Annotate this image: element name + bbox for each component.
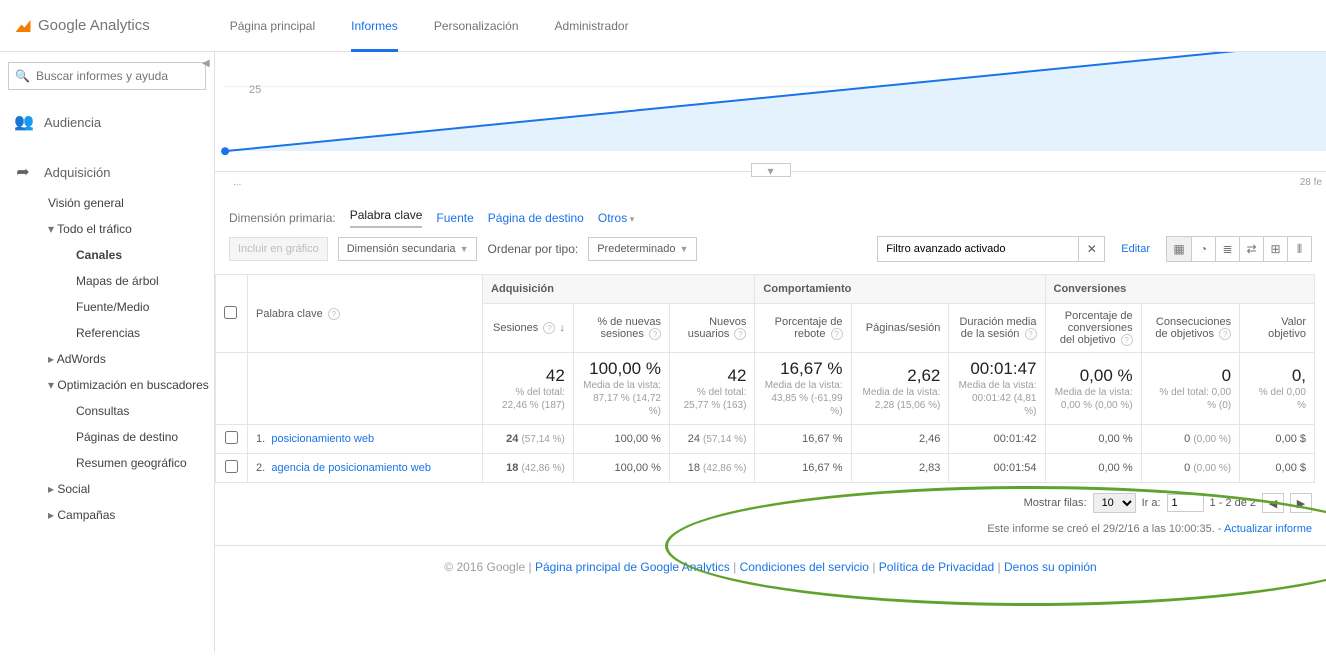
footer-privacy-link[interactable]: Política de Privacidad xyxy=(879,560,994,574)
main: 25 ▾ ... 28 fe Dimensión primaria: Palab… xyxy=(215,52,1326,652)
table-row: 1. posicionamiento web 24 (57,14 %) 100,… xyxy=(216,425,1315,454)
topnav-home[interactable]: Página principal xyxy=(230,0,315,51)
sidebar-seo[interactable]: Optimización en buscadores xyxy=(0,372,214,398)
primary-dim-label: Dimensión primaria: xyxy=(229,211,336,225)
sidebar-source-medium[interactable]: Fuente/Medio xyxy=(0,294,214,320)
audience-icon: 👥 xyxy=(14,112,32,132)
sidebar-treemaps[interactable]: Mapas de árbol xyxy=(0,268,214,294)
col-value[interactable]: Valor objetivo xyxy=(1268,316,1306,340)
footer-terms-link[interactable]: Condiciones del servicio xyxy=(740,560,869,574)
sidebar-adwords[interactable]: AdWords xyxy=(0,346,214,372)
goto-input[interactable] xyxy=(1167,494,1204,512)
totals-row: 42% del total: 22,46 % (187) 100,00 %Med… xyxy=(216,353,1315,425)
group-conversions: Conversiones xyxy=(1045,275,1315,304)
logo[interactable]: Google Analytics xyxy=(14,17,150,35)
view-table-icon[interactable]: ▦ xyxy=(1167,237,1191,261)
acquisition-icon: ➦ xyxy=(14,162,32,182)
sidebar-audience[interactable]: 👥 Audiencia xyxy=(0,104,214,140)
analytics-logo-icon xyxy=(14,17,32,35)
sidebar-geo-summary[interactable]: Resumen geográfico xyxy=(0,450,214,476)
sidebar-all-traffic[interactable]: Todo el tráfico xyxy=(0,216,214,242)
keyword-link[interactable]: agencia de posicionamiento web xyxy=(271,462,431,474)
search-input[interactable] xyxy=(36,69,199,83)
sidebar-queries[interactable]: Consultas xyxy=(0,398,214,424)
col-keyword[interactable]: Palabra clave xyxy=(256,308,323,320)
group-behavior: Comportamiento xyxy=(755,275,1045,304)
report-table: Palabra clave ? Adquisición Comportamien… xyxy=(215,274,1315,483)
sidebar-referrals[interactable]: Referencias xyxy=(0,320,214,346)
sort-type-dropdown[interactable]: Predeterminado▼ xyxy=(588,237,697,261)
row-checkbox[interactable] xyxy=(225,431,238,444)
chart-y-tick: 25 xyxy=(249,84,261,96)
filters-row: Incluir en gráfico Dimensión secundaria▼… xyxy=(215,236,1326,274)
primary-dimension-row: Dimensión primaria: Palabra clave Fuente… xyxy=(215,190,1326,236)
select-all-checkbox[interactable] xyxy=(224,306,237,319)
rows-per-page-select[interactable]: 10 xyxy=(1093,493,1136,513)
topnav-reports[interactable]: Informes xyxy=(351,0,398,51)
primary-dim-others[interactable]: Otros xyxy=(598,211,634,225)
sidebar: ◀ 🔍 👥 Audiencia ➦ Adquisición Visión gen… xyxy=(0,52,215,652)
help-icon[interactable]: ? xyxy=(328,308,340,320)
view-pie-icon[interactable]: ◔ xyxy=(1191,237,1215,261)
table-row: 2. agencia de posicionamiento web 18 (42… xyxy=(216,454,1315,483)
report-timestamp: Este informe se creó el 29/2/16 a las 10… xyxy=(215,523,1326,545)
sidebar-acquisition-label: Adquisición xyxy=(44,165,111,180)
edit-filter-link[interactable]: Editar xyxy=(1121,243,1150,255)
search-icon: 🔍 xyxy=(15,69,30,83)
next-page-button[interactable]: ▶ xyxy=(1290,493,1312,513)
sidebar-acquisition[interactable]: ➦ Adquisición xyxy=(0,154,214,190)
group-acquisition: Adquisición xyxy=(483,275,755,304)
view-switcher: ▦ ◔ ≣ ⇄ ⊞ ⦀ xyxy=(1166,236,1312,262)
chevron-down-icon: ▼ xyxy=(679,244,688,254)
footer-feedback-link[interactable]: Denos su opinión xyxy=(1004,560,1097,574)
keyword-link[interactable]: posicionamiento web xyxy=(271,433,374,445)
view-bar-icon[interactable]: ≣ xyxy=(1215,237,1239,261)
primary-dim-landing[interactable]: Página de destino xyxy=(488,211,584,225)
sort-type-label: Ordenar por tipo: xyxy=(487,242,578,256)
refresh-report-link[interactable]: Actualizar informe xyxy=(1224,523,1312,535)
advanced-filter-input[interactable] xyxy=(878,243,1078,255)
layout: ◀ 🔍 👥 Audiencia ➦ Adquisición Visión gen… xyxy=(0,52,1326,652)
footer-home-link[interactable]: Página principal de Google Analytics xyxy=(535,560,730,574)
primary-dim-keyword[interactable]: Palabra clave xyxy=(350,208,423,228)
sidebar-landing-pages[interactable]: Páginas de destino xyxy=(0,424,214,450)
sidebar-social[interactable]: Social xyxy=(0,476,214,502)
topnav-custom[interactable]: Personalización xyxy=(434,0,519,51)
report-table-wrap: Palabra clave ? Adquisición Comportamien… xyxy=(215,274,1326,483)
page-range: 1 - 2 de 2 xyxy=(1210,497,1256,509)
rows-per-page-label: Mostrar filas: xyxy=(1024,497,1087,509)
chart-x-start: ... xyxy=(233,177,241,188)
sort-arrow-icon[interactable]: ↓ xyxy=(559,322,565,334)
secondary-dimension-dropdown[interactable]: Dimensión secundaria▼ xyxy=(338,237,478,261)
pagination: Mostrar filas: 10 Ir a: 1 - 2 de 2 ◀ ▶ xyxy=(215,483,1326,523)
view-pivot-icon[interactable]: ⊞ xyxy=(1263,237,1287,261)
topbar: Google Analytics Página principal Inform… xyxy=(0,0,1326,52)
col-sessions[interactable]: Sesiones xyxy=(493,322,538,334)
col-pages[interactable]: Páginas/sesión xyxy=(866,322,941,334)
line-chart xyxy=(215,52,1326,171)
search-box[interactable]: 🔍 xyxy=(8,62,206,90)
sidebar-campaigns[interactable]: Campañas xyxy=(0,502,214,528)
primary-dim-fuente[interactable]: Fuente xyxy=(436,211,473,225)
view-cloud-icon[interactable]: ⦀ xyxy=(1287,237,1311,261)
sidebar-channels[interactable]: Canales xyxy=(0,242,214,268)
sidebar-overview[interactable]: Visión general xyxy=(0,190,214,216)
chevron-down-icon: ▼ xyxy=(460,244,469,254)
footer: © 2016 Google | Página principal de Goog… xyxy=(215,545,1326,588)
include-chart-button: Incluir en gráfico xyxy=(229,237,328,261)
clear-filter-icon[interactable]: ✕ xyxy=(1078,237,1104,261)
view-compare-icon[interactable]: ⇄ xyxy=(1239,237,1263,261)
prev-page-button[interactable]: ◀ xyxy=(1262,493,1284,513)
chart-x-end: 28 fe xyxy=(1300,177,1322,188)
topnav-admin[interactable]: Administrador xyxy=(555,0,629,51)
sidebar-collapse-icon[interactable]: ◀ xyxy=(202,58,212,76)
sidebar-audience-label: Audiencia xyxy=(44,115,101,130)
row-checkbox[interactable] xyxy=(225,460,238,473)
brand-text: Google Analytics xyxy=(38,17,150,34)
goto-label: Ir a: xyxy=(1142,497,1161,509)
advanced-filter: ✕ xyxy=(877,236,1105,262)
topnav: Página principal Informes Personalizació… xyxy=(230,0,629,51)
chart-area: 25 ▾ xyxy=(215,52,1326,172)
